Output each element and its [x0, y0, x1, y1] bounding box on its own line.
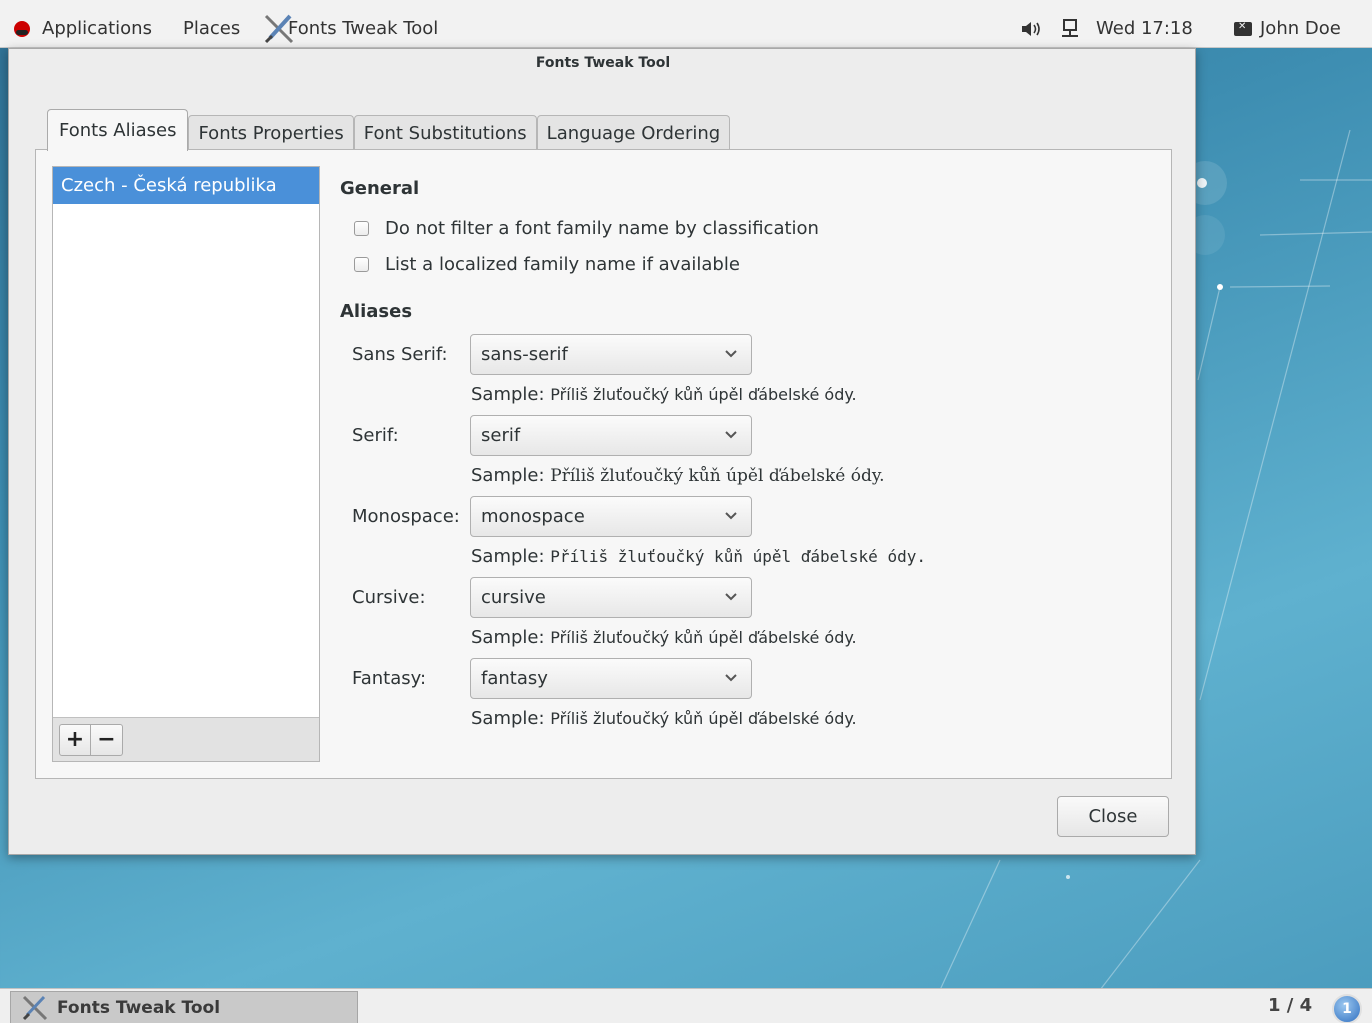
places-menu[interactable]: Places	[183, 10, 240, 48]
monospace-combo[interactable]: monospace	[470, 496, 752, 537]
fantasy-combo-value: fantasy	[481, 668, 548, 689]
sample-prefix: Sample:	[471, 465, 545, 486]
fantasy-label: Fantasy:	[352, 668, 427, 689]
add-locale-button[interactable]: +	[59, 723, 91, 756]
cursive-sample-text: Příliš žluťoučký kůň úpěl ďábelské ódy.	[550, 628, 857, 647]
sample-prefix: Sample:	[471, 627, 545, 648]
tab-font-substitutions[interactable]: Font Substitutions	[353, 115, 537, 151]
chevron-down-icon	[725, 593, 737, 601]
locale-item[interactable]: Czech - Česká republika	[53, 167, 319, 204]
cursive-combo-value: cursive	[481, 587, 546, 608]
filter-classification-checkbox[interactable]	[354, 221, 369, 236]
tab-fonts-properties[interactable]: Fonts Properties	[188, 115, 354, 151]
localized-name-option[interactable]: List a localized family name if availabl…	[354, 254, 740, 275]
close-button[interactable]: Close	[1057, 796, 1169, 837]
cursive-combo[interactable]: cursive	[470, 577, 752, 618]
sample-prefix: Sample:	[471, 546, 545, 567]
sans-serif-combo-value: sans-serif	[481, 344, 568, 365]
top-panel-edge	[0, 0, 1372, 10]
localized-name-checkbox[interactable]	[354, 257, 369, 272]
serif-sample: Sample: Příliš žluťoučký kůň úpěl ďábels…	[471, 465, 885, 486]
sans-serif-sample-text: Příliš žluťoučký kůň úpěl ďábelské ódy.	[550, 385, 857, 404]
chevron-down-icon	[725, 674, 737, 682]
filter-classification-label: Do not filter a font family name by clas…	[385, 218, 819, 239]
locale-list: Czech - Česká republika + −	[52, 166, 320, 762]
monospace-label: Monospace:	[352, 506, 460, 527]
workspace-indicator[interactable]: 1 / 4	[1268, 995, 1312, 1016]
sans-serif-label: Sans Serif:	[352, 344, 448, 365]
serif-label: Serif:	[352, 425, 399, 446]
chevron-down-icon	[725, 350, 737, 358]
filter-classification-option[interactable]: Do not filter a font family name by clas…	[354, 218, 819, 239]
chevron-down-icon	[725, 512, 737, 520]
monospace-sample: Sample: Příliš žluťoučký kůň úpěl ďábels…	[471, 546, 926, 567]
serif-combo[interactable]: serif	[470, 415, 752, 456]
top-panel: Applications Places Fonts Tweak Tool Wed…	[0, 10, 1372, 48]
localized-name-label: List a localized family name if availabl…	[385, 254, 740, 275]
serif-combo-value: serif	[481, 425, 521, 446]
serif-sample-text: Příliš žluťoučký kůň úpěl ďábelské ódy.	[550, 466, 885, 486]
sans-serif-combo[interactable]: sans-serif	[470, 334, 752, 375]
window-title: Fonts Tweak Tool	[535, 55, 671, 71]
volume-indicator[interactable]	[1020, 10, 1042, 48]
redhat-icon	[14, 20, 30, 37]
places-label: Places	[183, 18, 241, 39]
taskbar-item-label: Fonts Tweak Tool	[57, 997, 221, 1018]
notification-icon[interactable]: 1	[1332, 994, 1362, 1023]
tab-fonts-aliases[interactable]: Fonts Aliases	[47, 109, 189, 151]
sample-prefix: Sample:	[471, 708, 545, 729]
tab-bar: Fonts Aliases Fonts Properties Font Subs…	[47, 109, 731, 151]
network-indicator[interactable]	[1060, 10, 1080, 48]
clock[interactable]: Wed 17:18	[1096, 10, 1193, 48]
monospace-sample-text: Příliš žluťoučký kůň úpěl ďábelské ódy.	[550, 547, 926, 566]
network-icon	[1062, 18, 1078, 37]
aliases-heading: Aliases	[340, 301, 413, 322]
volume-icon	[1022, 21, 1040, 36]
app-menu[interactable]: Fonts Tweak Tool	[262, 10, 438, 48]
user-name: John Doe	[1260, 18, 1341, 39]
cursive-sample: Sample: Příliš žluťoučký kůň úpěl ďábels…	[471, 627, 857, 648]
fonts-tool-icon	[22, 995, 48, 1020]
fantasy-sample-text: Příliš žluťoučký kůň úpěl ďábelské ódy.	[550, 709, 857, 728]
cursive-label: Cursive:	[352, 587, 426, 608]
fantasy-sample: Sample: Příliš žluťoučký kůň úpěl ďábels…	[471, 708, 857, 729]
fonts-aliases-pane: Czech - Česká republika + − General Do n…	[35, 149, 1172, 779]
fantasy-combo[interactable]: fantasy	[470, 658, 752, 699]
user-menu[interactable]: John Doe	[1234, 10, 1341, 48]
sample-prefix: Sample:	[471, 384, 545, 405]
taskbar-item-fonts-tweak-tool[interactable]: Fonts Tweak Tool	[10, 991, 358, 1023]
sans-serif-sample: Sample: Příliš žluťoučký kůň úpěl ďábels…	[471, 384, 857, 405]
general-heading: General	[340, 178, 420, 199]
fonts-tweak-window: Fonts Tweak Tool Fonts Aliases Fonts Pro…	[8, 48, 1196, 855]
locale-list-toolbar: + −	[53, 717, 319, 761]
applications-menu[interactable]: Applications	[14, 10, 152, 48]
app-menu-label: Fonts Tweak Tool	[288, 18, 439, 39]
chevron-down-icon	[725, 431, 737, 439]
remove-locale-button[interactable]: −	[91, 723, 123, 756]
monospace-combo-value: monospace	[481, 506, 585, 527]
tab-language-ordering[interactable]: Language Ordering	[536, 115, 731, 151]
bottom-panel: Fonts Tweak Tool 1 / 4 1	[0, 988, 1372, 1023]
applications-label: Applications	[42, 18, 152, 39]
user-icon	[1234, 21, 1252, 36]
